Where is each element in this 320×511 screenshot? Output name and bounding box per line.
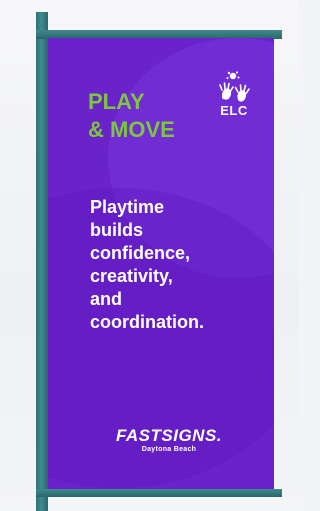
fastsigns-brand: FASTSIGNS. Daytona Beach	[94, 426, 244, 454]
body-line-4: creativity,	[90, 266, 173, 286]
elc-logo: ELC	[214, 70, 254, 124]
headline-line-1: PLAY	[88, 89, 145, 114]
body-line-5: and	[90, 289, 123, 309]
elc-logo-text: ELC	[220, 103, 248, 118]
banner-pole	[36, 12, 48, 511]
headline-line-2: & MOVE	[88, 117, 175, 142]
body-line-3: confidence,	[90, 243, 191, 263]
body-line-1: Playtime	[90, 197, 165, 217]
handprints-icon	[219, 71, 250, 102]
brand-name: FASTSIGNS.	[115, 426, 223, 445]
body-line-6: coordination.	[90, 312, 204, 332]
body-line-2: builds	[90, 220, 143, 240]
brand-location: Daytona Beach	[141, 446, 197, 453]
banner-headline: PLAY & MOVE	[88, 88, 175, 144]
banner-bottom-arm	[36, 489, 282, 497]
street-banner: PLAY & MOVE ELC Playtime builds confiden…	[48, 38, 274, 490]
banner-body-copy: Playtime builds confidence, creativity, …	[90, 196, 260, 334]
